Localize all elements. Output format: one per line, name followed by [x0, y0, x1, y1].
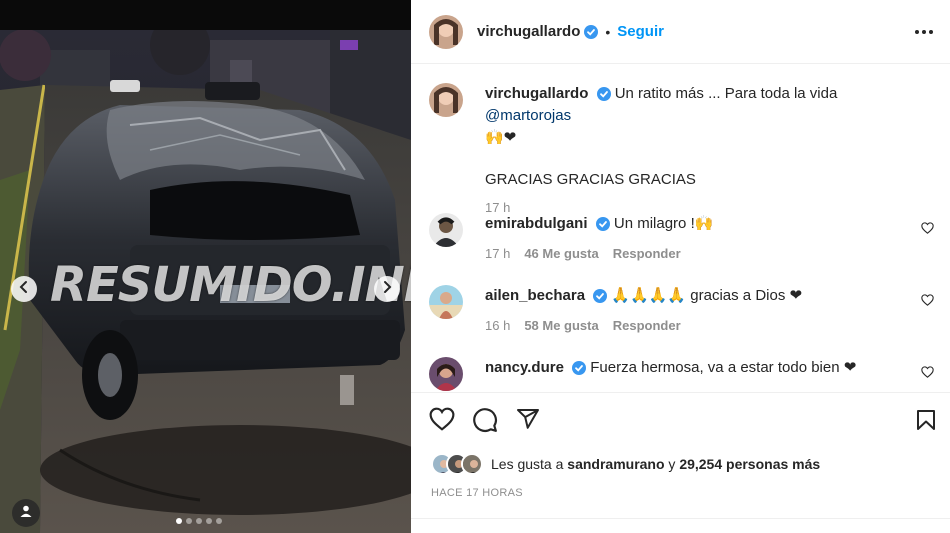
comment-button[interactable] [472, 407, 498, 438]
user-tag-button[interactable] [12, 499, 40, 527]
comment-body: ailen_bechara 🙏🙏🙏🙏 gracias a Dios ❤ 16 h… [485, 285, 925, 337]
comments-list[interactable]: virchugallardo Un ratito más ... Para to… [411, 65, 950, 392]
divider [411, 518, 950, 519]
comment-body: nancy.dure Fuerza hermosa, va a estar to… [485, 357, 925, 379]
commenter-avatar[interactable] [429, 357, 463, 391]
comment-meta: 17 h 46 Me gusta Responder [485, 243, 925, 265]
comment-likes[interactable]: 58 Me gusta [524, 318, 598, 333]
caption-mention-link[interactable]: @martorojas [485, 107, 571, 124]
bookmark-icon [914, 410, 938, 437]
caption-body: virchugallardo Un ratito más ... Para to… [485, 83, 925, 219]
commenter-avatar[interactable] [429, 213, 463, 247]
comment-bubble-icon [472, 408, 498, 437]
follow-button[interactable]: Seguir [617, 23, 664, 40]
comment-item: ailen_bechara 🙏🙏🙏🙏 gracias a Dios ❤ 16 h… [429, 285, 934, 345]
author-username[interactable]: virchugallardo [477, 23, 580, 40]
commenter-avatar[interactable] [429, 285, 463, 319]
post-footer: Les gusta a sandramurano y 29,254 person… [411, 392, 950, 533]
comment-like-button[interactable] [921, 365, 937, 383]
liker-avatar[interactable] [461, 453, 483, 475]
more-options-button[interactable] [914, 20, 934, 49]
comment-body: emirabdulgani Un milagro !🙌 17 h 46 Me gu… [485, 213, 925, 265]
comment-text: 🙏🙏🙏🙏 gracias a Dios ❤ [611, 287, 803, 304]
comment-item: emirabdulgani Un milagro !🙌 17 h 46 Me gu… [429, 213, 934, 273]
comment-meta: 16 h 58 Me gusta Responder [485, 315, 925, 337]
post-caption: virchugallardo Un ratito más ... Para to… [429, 83, 929, 215]
paper-plane-icon [515, 409, 541, 435]
chevron-left-icon [17, 280, 31, 299]
post-side-panel: virchugallardo • Seguir virchugallardo U… [411, 0, 950, 533]
likes-count-link[interactable]: 29,254 personas más [679, 456, 820, 472]
verified-badge-icon [596, 87, 611, 102]
more-dots-icon [914, 30, 934, 48]
comment-reply-button[interactable]: Responder [613, 318, 681, 333]
verified-badge-icon [593, 289, 608, 304]
share-button[interactable] [515, 407, 541, 438]
caption-line1: Un ratito más ... Para toda la vida [614, 85, 838, 102]
likes-prefix: Les gusta a [491, 456, 568, 472]
comment-time[interactable]: 17 h [485, 246, 510, 261]
likes-text: Les gusta a sandramurano y 29,254 person… [491, 456, 820, 472]
likes-user-link[interactable]: sandramurano [567, 456, 664, 472]
post-header: virchugallardo • Seguir [411, 0, 950, 64]
carousel-dot [186, 518, 192, 524]
comment-like-button[interactable] [921, 221, 937, 239]
save-button[interactable] [914, 407, 938, 438]
verified-badge-icon [595, 217, 610, 232]
comment-username[interactable]: emirabdulgani [485, 215, 588, 232]
watermark-text: RESUMIDO.INFO [50, 257, 411, 313]
carousel-next-button[interactable] [374, 276, 400, 302]
comment-reply-button[interactable]: Responder [613, 246, 681, 261]
verified-badge-icon [584, 24, 599, 39]
heart-icon [921, 365, 934, 382]
action-bar [429, 407, 541, 438]
carousel-dot [216, 518, 222, 524]
verified-badge-icon [572, 361, 587, 376]
heart-icon [921, 221, 934, 238]
user-tag-icon [19, 504, 33, 523]
comment-item: nancy.dure Fuerza hermosa, va a estar to… [429, 357, 934, 392]
comment-username[interactable]: nancy.dure [485, 359, 564, 376]
comment-text: Un milagro !🙌 [613, 215, 714, 232]
carousel-dot [206, 518, 212, 524]
author-avatar[interactable] [429, 83, 463, 117]
liker-avatars [431, 453, 483, 475]
media-top-bar [0, 0, 411, 30]
chevron-right-icon [380, 280, 394, 299]
carousel-dot [176, 518, 182, 524]
heart-icon [429, 407, 455, 435]
comment-text: Fuerza hermosa, va a estar todo bien ❤ [590, 359, 857, 376]
likes-summary: Les gusta a sandramurano y 29,254 person… [431, 453, 820, 475]
heart-icon [921, 293, 934, 310]
comment-likes[interactable]: 46 Me gusta [524, 246, 598, 261]
caption-emojis: 🙌❤ [485, 129, 517, 146]
caption-username[interactable]: virchugallardo [485, 85, 588, 102]
carousel-dot [196, 518, 202, 524]
like-button[interactable] [429, 407, 455, 438]
post-timestamp[interactable]: HACE 17 HORAS [431, 487, 523, 499]
comment-username[interactable]: ailen_bechara [485, 287, 585, 304]
caption-line2: GRACIAS GRACIAS GRACIAS [485, 171, 696, 188]
caption-text: virchugallardo Un ratito más ... Para to… [485, 83, 925, 149]
comment-like-button[interactable] [921, 293, 937, 311]
post-media[interactable]: RESUMIDO.INFO [0, 0, 411, 533]
carousel-prev-button[interactable] [11, 276, 37, 302]
comment-time[interactable]: 16 h [485, 318, 510, 333]
follow-separator: • [605, 23, 611, 40]
likes-middle: y [664, 456, 680, 472]
carousel-indicator [176, 518, 222, 524]
author-avatar[interactable] [429, 14, 463, 49]
